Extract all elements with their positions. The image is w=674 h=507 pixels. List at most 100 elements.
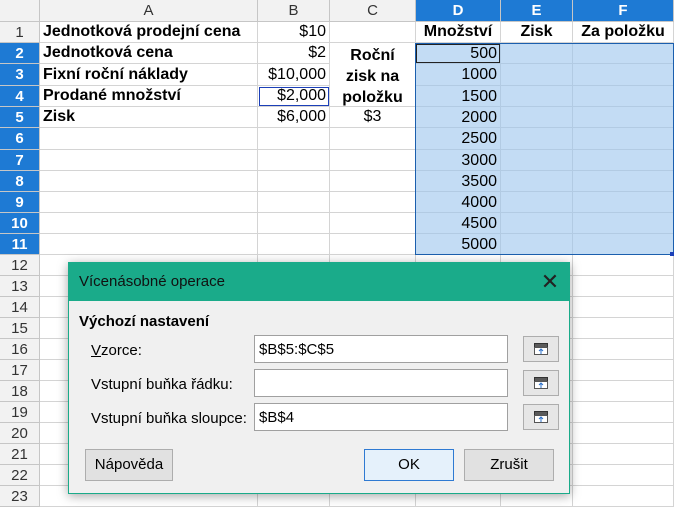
cell-f5[interactable] (573, 107, 674, 128)
column-header-e[interactable]: E (501, 0, 573, 22)
empty-cell[interactable] (573, 276, 674, 297)
cell-d6[interactable]: 2500 (416, 128, 501, 150)
cell-e10[interactable] (501, 213, 573, 234)
row-header-7[interactable]: 7 (0, 150, 40, 171)
empty-cell[interactable] (258, 213, 330, 234)
cell-f4[interactable] (573, 86, 674, 107)
empty-cell[interactable] (330, 192, 416, 213)
cell-c2-merged[interactable]: Roční zisk na položku (330, 43, 416, 107)
empty-cell[interactable] (330, 234, 416, 255)
row-header-5[interactable]: 5 (0, 107, 40, 128)
formulas-input[interactable] (254, 335, 508, 363)
cell-e4[interactable] (501, 86, 573, 107)
row-input-shrink-button[interactable] (523, 370, 559, 396)
cell-e3[interactable] (501, 64, 573, 86)
cell-f3[interactable] (573, 64, 674, 86)
close-icon[interactable]: ✕ (537, 269, 563, 295)
cell-d4[interactable]: 1500 (416, 86, 501, 107)
row-header-19[interactable]: 19 (0, 402, 40, 423)
column-input-shrink-button[interactable] (523, 404, 559, 430)
column-header-f[interactable]: F (573, 0, 674, 22)
empty-cell[interactable] (573, 297, 674, 318)
cell-c1[interactable] (330, 22, 416, 43)
row-header-22[interactable]: 22 (0, 465, 40, 486)
empty-cell[interactable] (330, 171, 416, 192)
empty-cell[interactable] (330, 213, 416, 234)
empty-cell[interactable] (40, 192, 258, 213)
row-header-6[interactable]: 6 (0, 128, 40, 150)
cell-b5[interactable]: $6,000 (258, 107, 330, 128)
row-header-16[interactable]: 16 (0, 339, 40, 360)
row-header-11[interactable]: 11 (0, 234, 40, 255)
cell-b2[interactable]: $2 (258, 43, 330, 64)
cell-d9[interactable]: 4000 (416, 192, 501, 213)
cell-d3[interactable]: 1000 (416, 64, 501, 86)
empty-cell[interactable] (573, 486, 674, 507)
cell-f2[interactable] (573, 43, 674, 64)
row-header-13[interactable]: 13 (0, 276, 40, 297)
cell-d1[interactable]: Množství (416, 22, 501, 43)
empty-cell[interactable] (40, 150, 258, 171)
select-all-corner[interactable] (0, 0, 40, 22)
cell-d7[interactable]: 3000 (416, 150, 501, 171)
empty-cell[interactable] (258, 171, 330, 192)
empty-cell[interactable] (330, 150, 416, 171)
cell-b1[interactable]: $10 (258, 22, 330, 43)
row-header-14[interactable]: 14 (0, 297, 40, 318)
empty-cell[interactable] (258, 150, 330, 171)
empty-cell[interactable] (40, 234, 258, 255)
empty-cell[interactable] (330, 128, 416, 150)
cell-e8[interactable] (501, 171, 573, 192)
empty-cell[interactable] (40, 171, 258, 192)
empty-cell[interactable] (573, 339, 674, 360)
column-header-c[interactable]: C (330, 0, 416, 22)
cell-d10[interactable]: 4500 (416, 213, 501, 234)
cell-b3[interactable]: $10,000 (258, 64, 330, 86)
cell-e1[interactable]: Zisk (501, 22, 573, 43)
cell-d8[interactable]: 3500 (416, 171, 501, 192)
row-input-cell-field[interactable] (254, 369, 508, 397)
empty-cell[interactable] (573, 255, 674, 276)
cell-d5[interactable]: 2000 (416, 107, 501, 128)
empty-cell[interactable] (573, 381, 674, 402)
empty-cell[interactable] (258, 128, 330, 150)
empty-cell[interactable] (258, 234, 330, 255)
cell-a1[interactable]: Jednotková prodejní cena (40, 22, 258, 43)
cell-f8[interactable] (573, 171, 674, 192)
cell-e7[interactable] (501, 150, 573, 171)
row-header-8[interactable]: 8 (0, 171, 40, 192)
cell-e9[interactable] (501, 192, 573, 213)
row-header-2[interactable]: 2 (0, 43, 40, 64)
column-input-cell-field[interactable] (254, 403, 508, 431)
column-header-a[interactable]: A (40, 0, 258, 22)
row-header-4[interactable]: 4 (0, 86, 40, 107)
cell-f9[interactable] (573, 192, 674, 213)
row-header-18[interactable]: 18 (0, 381, 40, 402)
dialog-titlebar[interactable]: Vícenásobné operace ✕ (69, 263, 569, 301)
empty-cell[interactable] (573, 318, 674, 339)
column-header-b[interactable]: B (258, 0, 330, 22)
cell-a4[interactable]: Prodané množství (40, 86, 258, 107)
empty-cell[interactable] (573, 444, 674, 465)
row-header-20[interactable]: 20 (0, 423, 40, 444)
cell-a2[interactable]: Jednotková cena (40, 43, 258, 64)
cell-d11[interactable]: 5000 (416, 234, 501, 255)
formulas-shrink-button[interactable] (523, 336, 559, 362)
row-header-15[interactable]: 15 (0, 318, 40, 339)
cell-f7[interactable] (573, 150, 674, 171)
row-header-21[interactable]: 21 (0, 444, 40, 465)
cell-a5[interactable]: Zisk (40, 107, 258, 128)
empty-cell[interactable] (573, 360, 674, 381)
cell-e2[interactable] (501, 43, 573, 64)
cell-f6[interactable] (573, 128, 674, 150)
row-header-12[interactable]: 12 (0, 255, 40, 276)
empty-cell[interactable] (573, 423, 674, 444)
row-header-1[interactable]: 1 (0, 22, 40, 43)
row-header-23[interactable]: 23 (0, 486, 40, 507)
empty-cell[interactable] (573, 402, 674, 423)
cell-f10[interactable] (573, 213, 674, 234)
cell-c5[interactable]: $3 (330, 107, 416, 128)
cell-b4[interactable]: $2,000 (258, 86, 330, 107)
cell-f11[interactable] (573, 234, 674, 255)
row-header-9[interactable]: 9 (0, 192, 40, 213)
